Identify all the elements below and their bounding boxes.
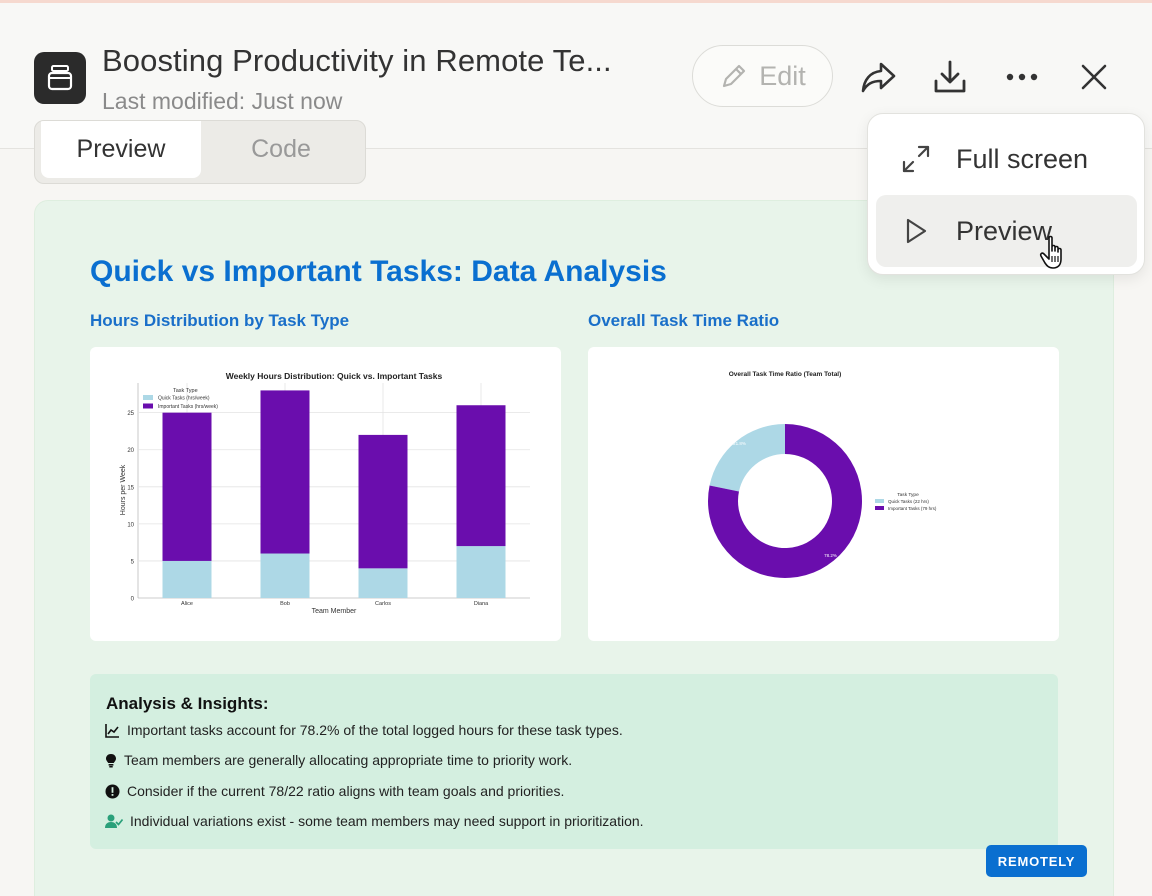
slice-percent-label: 21.8% [733, 441, 746, 446]
legend-title: Task Type [897, 492, 919, 498]
menu-item-preview[interactable]: Preview [876, 195, 1137, 267]
bar-chart-title: Weekly Hours Distribution: Quick vs. Imp… [226, 371, 443, 381]
more-options-menu: Full screen Preview [867, 113, 1145, 275]
exclamation-circle-icon [105, 784, 120, 798]
y-tick-label: 25 [127, 411, 134, 417]
x-tick-label: Diana [474, 601, 489, 607]
bar-quick-bob [260, 553, 310, 598]
y-tick-label: 0 [131, 597, 135, 603]
insight-text: Important tasks account for 78.2% of the… [127, 722, 623, 738]
chart-line-icon [105, 723, 119, 738]
insight-item: Important tasks account for 78.2% of the… [105, 722, 623, 738]
insight-item: Consider if the current 78/22 ratio alig… [105, 783, 564, 799]
bar-quick-diana [456, 546, 506, 598]
legend-swatch [143, 395, 153, 400]
y-tick-label: 10 [127, 522, 134, 528]
x-tick-label: Alice [181, 601, 193, 607]
insight-item: Team members are generally allocating ap… [105, 752, 572, 768]
tab-code[interactable]: Code [201, 121, 361, 178]
download-icon [934, 60, 966, 93]
insights-box: Analysis & Insights: Important tasks acc… [90, 674, 1058, 849]
bar-chart-legend: Task Type Quick Tasks (hrs/week) Important… [143, 388, 218, 410]
edit-button-label: Edit [759, 60, 806, 91]
brand-badge: REMOTELY [986, 845, 1087, 877]
bar-quick-carlos [358, 568, 408, 598]
bar-important-carlos [358, 434, 408, 569]
bar-chart-panel: Weekly Hours Distribution: Quick vs. Imp… [90, 347, 561, 641]
share-arrow-icon [861, 62, 896, 93]
tab-preview[interactable]: Preview [41, 121, 201, 178]
share-button[interactable] [856, 55, 900, 99]
slice-quick-tasks [709, 424, 785, 492]
legend-swatch [875, 506, 884, 510]
y-tick-label: 5 [131, 559, 135, 565]
legend-label: Important Tasks (hrs/week) [158, 404, 218, 410]
legend-swatch [875, 499, 884, 503]
bar-chart-ylabel: Hours per Week [120, 464, 127, 515]
pie-chart-heading: Overall Task Time Ratio [588, 311, 780, 330]
last-modified-text: Last modified: Just now [102, 88, 343, 114]
more-options-button[interactable] [1000, 55, 1044, 99]
slice-percent-label: 78.2% [824, 553, 837, 558]
bar-chart: Weekly Hours Distribution: Quick vs. Imp… [120, 371, 530, 615]
hand-pointer-cursor [1038, 234, 1074, 277]
insight-text: Consider if the current 78/22 ratio alig… [127, 783, 565, 799]
donut-chart-legend: Task TypeQuick Tasks (22 hrs) Important T… [875, 492, 937, 511]
bar-important-diana [456, 405, 506, 547]
bar-chart-xlabel: Team Member [312, 608, 357, 615]
insight-text: Team members are generally allocating ap… [124, 752, 573, 768]
user-check-icon [105, 814, 123, 828]
expand-icon [902, 145, 930, 173]
menu-item-label: Full screen [956, 143, 1089, 174]
close-icon [1081, 64, 1107, 90]
pencil-icon [723, 64, 746, 88]
y-tick-label: 20 [127, 448, 134, 454]
x-tick-label: Carlos [375, 601, 391, 607]
document-title: Boosting Productivity in Remote Te... [102, 43, 612, 78]
layers-icon [47, 65, 73, 91]
download-button[interactable] [928, 55, 972, 99]
bar-chart-heading: Hours Distribution by Task Type [90, 311, 350, 330]
report-title: Quick vs Important Tasks: Data Analysis [90, 255, 667, 288]
bar-important-bob [260, 390, 310, 554]
lightbulb-icon [106, 753, 116, 767]
insight-item: Individual variations exist - some team … [105, 813, 644, 829]
legend-swatch [143, 403, 153, 409]
play-icon [906, 218, 927, 244]
legend-label: Quick Tasks (22 hrs) [888, 499, 929, 504]
donut-chart-panel: Overall Task Time Ratio (Team Total) 21.… [588, 347, 1059, 641]
insight-text: Individual variations exist - some team … [130, 813, 644, 829]
insights-title: Analysis & Insights: [106, 694, 269, 713]
legend-title: Task Type [173, 388, 198, 394]
view-tabs: Preview Code [34, 120, 366, 184]
bar-important-alice [162, 412, 212, 561]
legend-label: Important Tasks (79 hrs) [888, 506, 937, 511]
y-tick-label: 15 [127, 485, 134, 491]
menu-item-full-screen[interactable]: Full screen [876, 123, 1137, 195]
donut-chart: Overall Task Time Ratio (Team Total) 21.… [708, 371, 937, 578]
donut-chart-title: Overall Task Time Ratio (Team Total) [729, 371, 842, 378]
legend-label: Quick Tasks (hrs/week) [158, 396, 210, 402]
ellipsis-icon [1006, 73, 1038, 81]
x-tick-label: Bob [280, 601, 290, 607]
close-button[interactable] [1072, 55, 1116, 99]
bar-quick-alice [162, 560, 212, 598]
artifact-icon [34, 52, 86, 104]
hand-pointer-icon [1039, 235, 1062, 269]
edit-button[interactable]: Edit [692, 45, 833, 107]
